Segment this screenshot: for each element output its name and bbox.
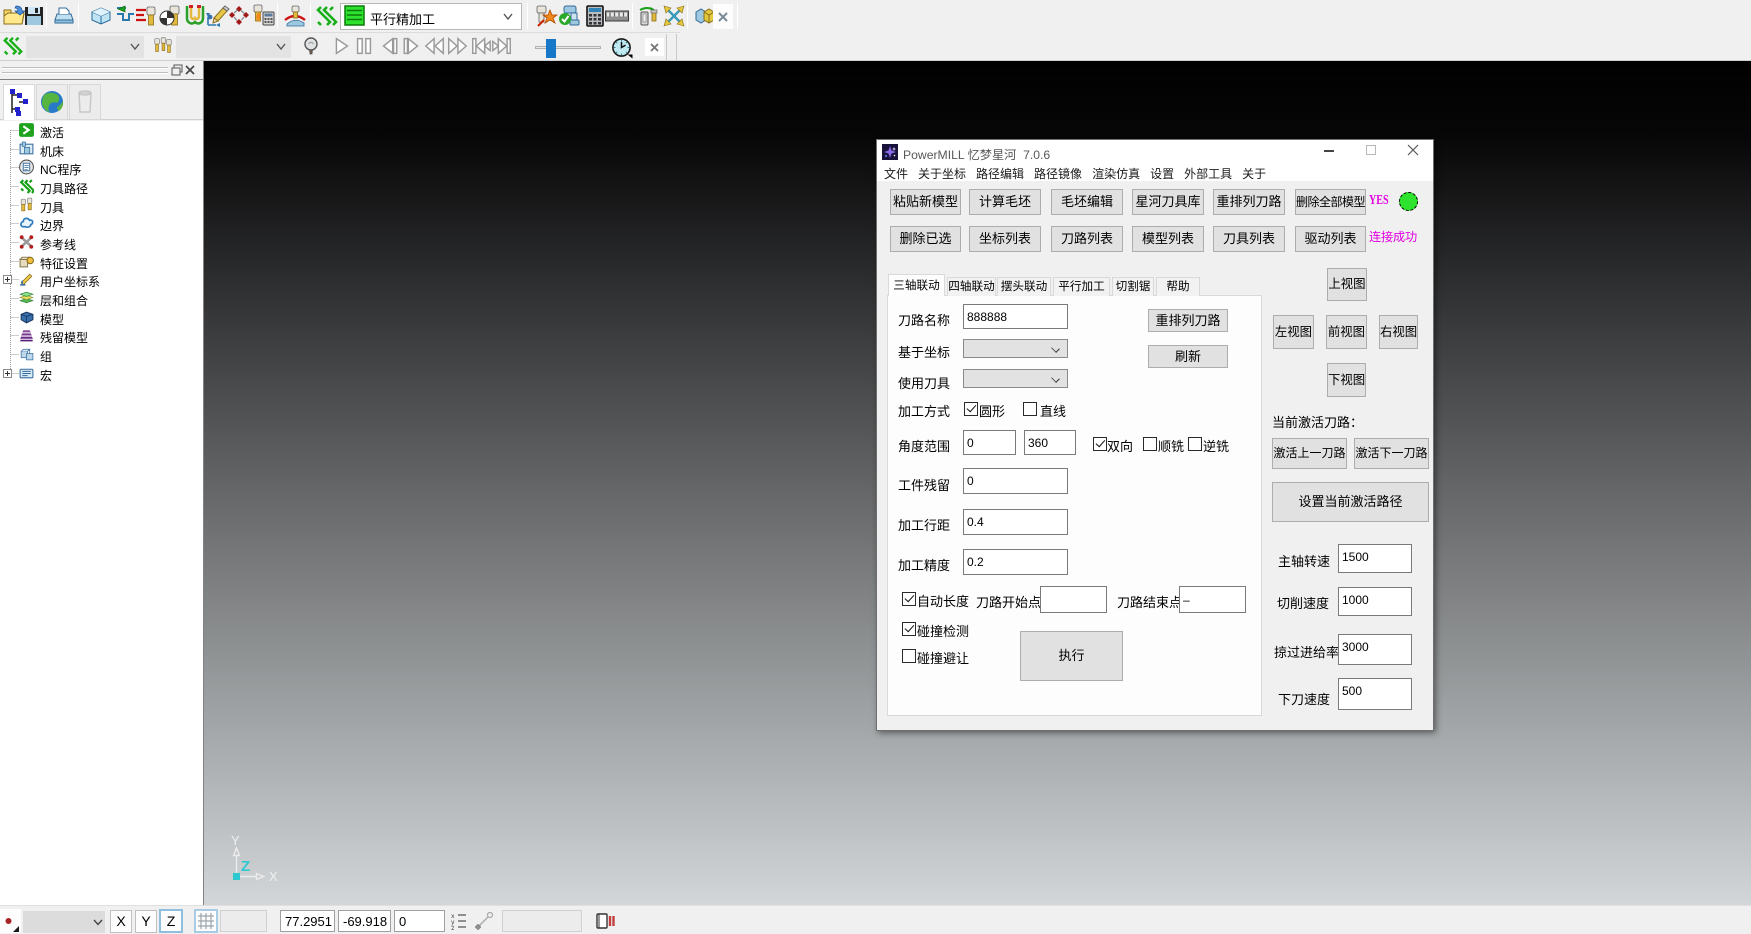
svg-text:Y: Y [231, 835, 240, 848]
svg-text:X: X [269, 869, 278, 884]
svg-text:z: z [451, 925, 455, 930]
svg-text:Z: Z [241, 858, 250, 875]
